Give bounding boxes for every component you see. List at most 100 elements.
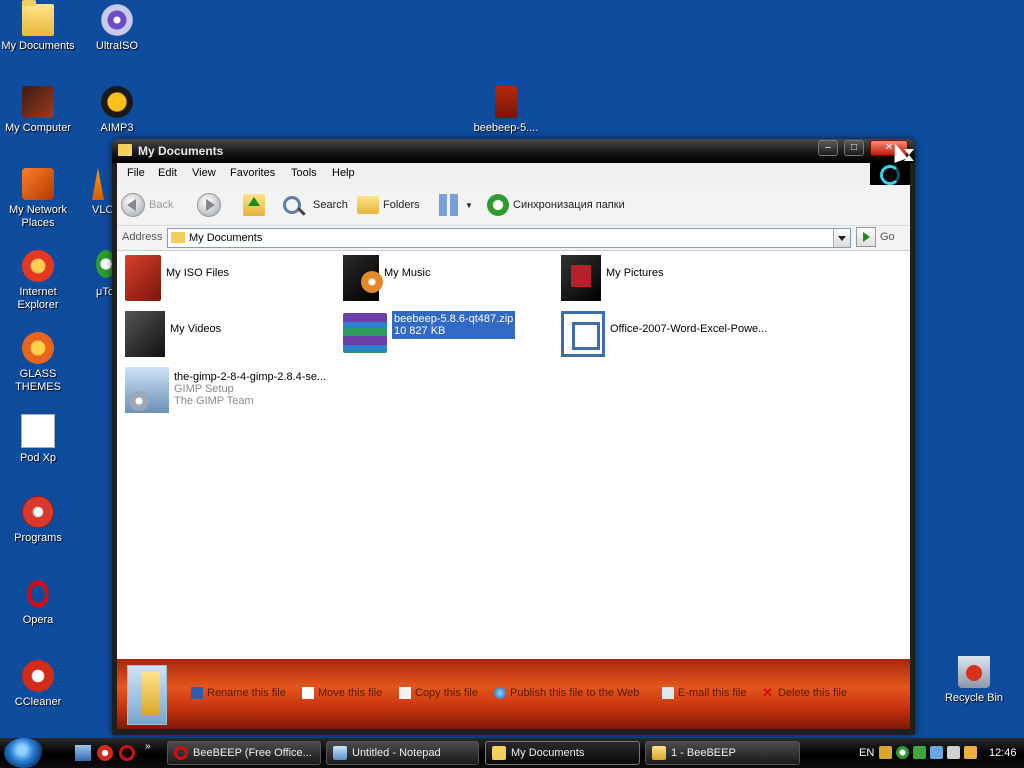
desktop-icon-programs[interactable]: Programs bbox=[0, 496, 78, 545]
task-label: Rename this file bbox=[207, 687, 286, 699]
desktop-icon-label: beebeep-5.... bbox=[473, 122, 539, 134]
file-item-office-2007[interactable]: Office-2007-Word-Excel-Powe... bbox=[561, 311, 767, 357]
opera-icon bbox=[22, 578, 54, 610]
notepad-icon bbox=[333, 746, 347, 760]
file-item-beebeep-zip[interactable]: beebeep-5.8.6-qt487.zip 10 827 KB bbox=[343, 311, 516, 353]
task-label: Delete this file bbox=[778, 687, 848, 699]
desktop-icon-my-computer[interactable]: My Computer bbox=[0, 86, 78, 135]
menu-bar: File Edit View Favorites Tools Help bbox=[117, 163, 910, 185]
winrar-archive-icon bbox=[343, 313, 387, 353]
file-item-my-pictures[interactable]: My Pictures bbox=[561, 255, 663, 301]
address-label: Address bbox=[122, 231, 163, 243]
task-label: Move this file bbox=[318, 687, 383, 699]
desktop-icon-pod-xp[interactable]: Pod Xp bbox=[0, 414, 78, 465]
tray-network-icon[interactable] bbox=[913, 746, 926, 759]
go-button[interactable]: Go bbox=[856, 227, 895, 247]
desktop-icon-utorrent[interactable]: μTo bbox=[77, 250, 117, 299]
folder-up-icon bbox=[243, 194, 265, 216]
menu-edit[interactable]: Edit bbox=[158, 167, 177, 179]
clock[interactable]: 12:46 bbox=[989, 747, 1017, 759]
address-dropdown-button[interactable] bbox=[833, 229, 850, 247]
desktop-icon-ccleaner[interactable]: CCleaner bbox=[0, 660, 78, 709]
desktop-icon-beebeep-zip[interactable]: beebeep-5.... bbox=[466, 86, 546, 135]
file-item-my-iso-files[interactable]: My ISO Files bbox=[125, 255, 229, 301]
task-email[interactable]: E-mail this file bbox=[662, 687, 746, 699]
desktop-icon-glass-themes[interactable]: GLASS THEMES bbox=[0, 332, 78, 394]
network-icon bbox=[22, 168, 54, 200]
ccleaner-icon bbox=[22, 660, 54, 692]
search-icon bbox=[283, 196, 301, 214]
window-title: My Documents bbox=[138, 144, 224, 158]
sync-label: Синхронизация папки bbox=[513, 199, 625, 211]
desktop-icon-label: Pod Xp bbox=[19, 452, 57, 464]
folder-icon bbox=[125, 255, 161, 301]
address-input[interactable]: My Documents bbox=[167, 228, 851, 248]
menu-favorites[interactable]: Favorites bbox=[230, 167, 275, 179]
tray-security-icon[interactable] bbox=[964, 746, 977, 759]
chevron-down-icon: ▼ bbox=[465, 200, 473, 210]
start-button[interactable] bbox=[4, 738, 44, 768]
tray-beebeep-icon[interactable] bbox=[879, 746, 892, 759]
document-icon bbox=[21, 414, 55, 448]
beebeep-icon bbox=[652, 746, 666, 760]
taskbar-button-beebeep-office[interactable]: BeeBEEP (Free Office... bbox=[167, 741, 321, 765]
menu-file[interactable]: File bbox=[127, 167, 145, 179]
tray-device-icon[interactable] bbox=[947, 746, 960, 759]
file-item-my-music[interactable]: My Music bbox=[343, 255, 430, 301]
go-arrow-icon bbox=[856, 227, 876, 247]
folders-button[interactable]: Folders bbox=[357, 192, 420, 218]
search-label: Search bbox=[313, 199, 348, 211]
quicklaunch-ccleaner-icon[interactable] bbox=[97, 745, 113, 761]
task-rename[interactable]: Rename this file bbox=[191, 687, 286, 699]
task-publish-web[interactable]: Publish this file to the Web bbox=[494, 687, 639, 699]
forward-button[interactable] bbox=[197, 192, 221, 218]
desktop-icon-aimp3[interactable]: AIMP3 bbox=[77, 86, 157, 135]
installer-icon bbox=[561, 311, 605, 357]
taskbar-button-label: 1 - BeeBEEP bbox=[671, 747, 736, 759]
search-button[interactable]: Search bbox=[283, 192, 348, 218]
task-copy[interactable]: Copy this file bbox=[399, 687, 478, 699]
desktop-icon-my-documents[interactable]: My Documents bbox=[0, 0, 78, 53]
music-folder-icon bbox=[343, 255, 383, 301]
menu-view[interactable]: View bbox=[192, 167, 216, 179]
file-name: My Pictures bbox=[606, 267, 664, 279]
desktop-icon-opera[interactable]: Opera bbox=[0, 578, 78, 627]
taskbar-button-my-documents[interactable]: My Documents bbox=[485, 741, 640, 765]
tray-utorrent-icon[interactable] bbox=[896, 746, 909, 759]
minimize-button[interactable]: – bbox=[818, 140, 838, 156]
views-button[interactable]: ▼ bbox=[439, 192, 473, 218]
maximize-button[interactable]: □ bbox=[844, 140, 864, 156]
show-desktop-icon[interactable] bbox=[75, 745, 91, 761]
desktop-icon-recycle-bin[interactable]: Recycle Bin bbox=[934, 656, 1014, 705]
task-move[interactable]: Move this file bbox=[302, 687, 382, 699]
file-item-my-videos[interactable]: My Videos bbox=[125, 311, 221, 357]
tray-volume-icon[interactable] bbox=[930, 746, 943, 759]
menu-tools[interactable]: Tools bbox=[291, 167, 317, 179]
quicklaunch-more-icon[interactable]: » bbox=[145, 741, 161, 757]
go-label: Go bbox=[880, 231, 895, 243]
quicklaunch-opera-icon[interactable] bbox=[119, 745, 135, 761]
taskbar-button-label: My Documents bbox=[511, 747, 585, 759]
desktop-icon-ultraiso[interactable]: UltraISO bbox=[77, 4, 157, 53]
vlc-icon bbox=[92, 168, 104, 200]
back-label: Back bbox=[149, 199, 174, 211]
desktop-icon-label: My Computer bbox=[4, 122, 72, 134]
taskbar-button-beebeep[interactable]: 1 - BeeBEEP bbox=[645, 741, 800, 765]
desktop-icon-internet-explorer[interactable]: Internet Explorer bbox=[0, 250, 78, 312]
internet-explorer-icon bbox=[22, 250, 54, 282]
file-item-gimp-setup[interactable]: the-gimp-2-8-4-gimp-2.8.4-se... GIMP Set… bbox=[125, 367, 326, 413]
task-delete[interactable]: ✕ Delete this file bbox=[762, 686, 848, 699]
desktop-icon-vlc[interactable]: VLC bbox=[77, 168, 117, 217]
menu-help[interactable]: Help bbox=[332, 167, 355, 179]
desktop-icon-network-places[interactable]: My Network Places bbox=[0, 168, 78, 230]
rename-icon bbox=[191, 687, 203, 699]
desktop-icon-label: Opera bbox=[22, 614, 54, 626]
aimp-icon bbox=[101, 86, 133, 118]
sync-folder-button[interactable]: Синхронизация папки bbox=[487, 192, 625, 218]
taskbar-button-notepad[interactable]: Untitled - Notepad bbox=[326, 741, 479, 765]
window-titlebar[interactable]: My Documents – □ ✕ bbox=[112, 139, 915, 163]
up-folder-button[interactable] bbox=[243, 192, 265, 218]
language-indicator[interactable]: EN bbox=[859, 747, 874, 759]
back-button[interactable]: Back bbox=[121, 192, 173, 218]
desktop-icon-label: Programs bbox=[14, 532, 62, 544]
